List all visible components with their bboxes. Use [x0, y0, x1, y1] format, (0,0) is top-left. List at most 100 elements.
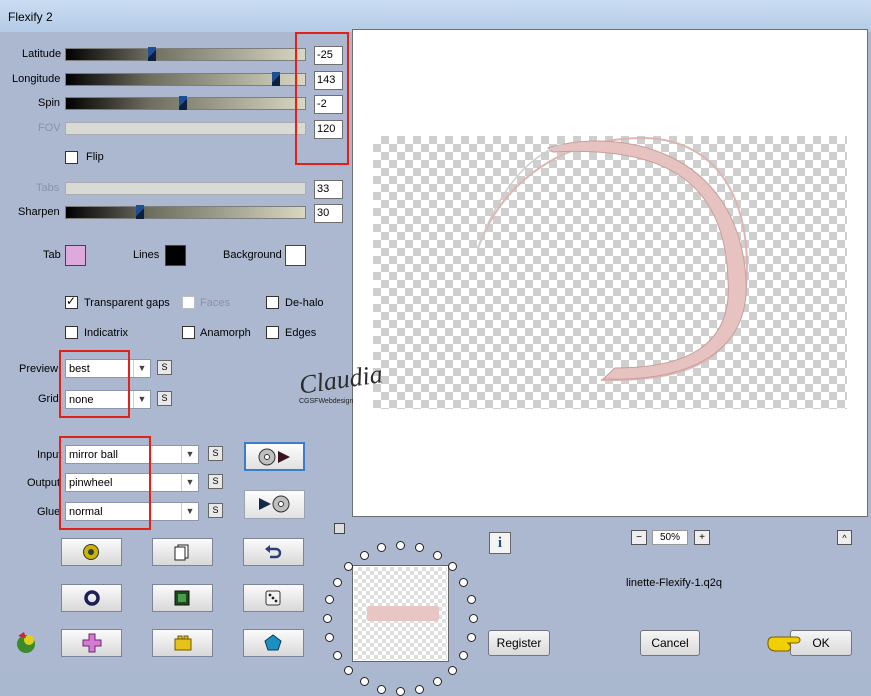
indicatrix-label: Indicatrix [84, 327, 129, 339]
tabs-slider [65, 182, 306, 195]
background-color-swatch[interactable] [285, 245, 306, 266]
play-disk-icon [259, 495, 290, 513]
preset-dot[interactable] [459, 577, 469, 587]
latitude-slider[interactable] [65, 47, 306, 61]
preview-s-button[interactable]: S [157, 360, 172, 375]
preset-dot[interactable] [469, 614, 478, 623]
annotation-box-preview [59, 350, 130, 418]
sharpen-slider[interactable] [65, 205, 306, 219]
preset-dot[interactable] [359, 677, 369, 687]
preset-dot[interactable] [323, 614, 332, 623]
grid-select-label: Grid [38, 393, 59, 405]
preset-filename: linette-Flexify-1.q2q [626, 577, 722, 589]
preset-dot[interactable] [414, 543, 424, 553]
lines-color-label: Lines [133, 249, 160, 261]
sharpen-thumb[interactable] [136, 205, 145, 219]
preset-dot[interactable] [466, 595, 476, 605]
lego-button[interactable] [152, 629, 213, 657]
preset-dot[interactable] [359, 550, 369, 560]
preset-dot[interactable] [332, 650, 342, 660]
main-preview[interactable]: Claudia CGSFWebdesign [297, 29, 868, 517]
flip-label: Flip [86, 151, 104, 163]
flip-checkbox[interactable] [65, 151, 78, 164]
preset-dot[interactable] [344, 665, 354, 675]
chevron-down-icon: ▼ [133, 391, 150, 408]
tabs-value[interactable]: 33 [314, 180, 343, 199]
edges-checkbox[interactable] [266, 326, 279, 339]
sharpen-value[interactable]: 30 [314, 204, 343, 223]
zoom-out-button[interactable]: − [631, 530, 647, 545]
chevron-down-icon: ▼ [133, 360, 150, 377]
collapse-button[interactable]: ^ [837, 530, 852, 545]
copy-button[interactable] [152, 538, 213, 566]
preset-dot[interactable] [325, 595, 335, 605]
window-title: Flexify 2 [8, 10, 53, 24]
output-s-button[interactable]: S [208, 474, 223, 489]
randomize-button[interactable] [61, 538, 122, 566]
spin-slider[interactable] [65, 96, 306, 110]
chevron-down-icon: ▼ [181, 446, 198, 463]
transparent-gaps-label: Transparent gaps [84, 297, 170, 309]
background-color-label: Background [223, 249, 282, 261]
blue-pentagon-icon [264, 634, 282, 651]
latitude-thumb[interactable] [148, 47, 157, 61]
watermark-subtitle: CGSFWebdesign [299, 398, 354, 405]
dice-icon [265, 590, 281, 606]
indicatrix-checkbox[interactable] [65, 326, 78, 339]
disk-play-icon [258, 448, 290, 466]
tab-color-swatch[interactable] [65, 245, 86, 266]
fov-slider [65, 122, 306, 135]
transparent-gaps-checkbox[interactable] [65, 294, 78, 309]
info-button[interactable]: i [489, 532, 511, 554]
lines-color-swatch[interactable] [165, 245, 186, 266]
preset-dot[interactable] [447, 665, 457, 675]
edges-label: Edges [285, 327, 317, 339]
preset-dot[interactable] [447, 562, 457, 572]
glue-s-button[interactable]: S [208, 503, 223, 518]
zoom-in-button[interactable]: + [694, 530, 710, 545]
thumbnail-preview[interactable] [352, 565, 449, 662]
undo-arrow-icon [265, 545, 282, 559]
tab-color-label: Tab [43, 249, 61, 261]
de-halo-checkbox[interactable] [266, 296, 279, 309]
tabs-label: Tabs [36, 182, 60, 194]
preset-dot[interactable] [414, 684, 424, 694]
preset-dot[interactable] [325, 632, 335, 642]
preset-dot[interactable] [466, 632, 476, 642]
glue-select-label: Glue [37, 506, 61, 518]
preset-dot[interactable] [396, 687, 405, 696]
cancel-button[interactable]: Cancel [640, 630, 700, 656]
thumbnail-anchor-handle[interactable] [334, 523, 345, 534]
anamorph-checkbox[interactable] [182, 326, 195, 339]
preset-dot[interactable] [432, 677, 442, 687]
preset-dot[interactable] [459, 650, 469, 660]
preset-dot[interactable] [332, 577, 342, 587]
preset-dot[interactable] [396, 541, 405, 550]
pentagon-button[interactable] [243, 629, 304, 657]
undo-button[interactable] [243, 538, 304, 566]
ring-button[interactable] [61, 584, 122, 612]
spin-thumb[interactable] [179, 96, 188, 110]
input-select-label: Input [37, 449, 62, 461]
preset-dot[interactable] [432, 550, 442, 560]
preset-dot[interactable] [377, 543, 387, 553]
dice-button[interactable] [243, 584, 304, 612]
fov-label: FOV [38, 122, 61, 134]
register-button[interactable]: Register [488, 630, 550, 656]
frame-button[interactable] [152, 584, 213, 612]
spin-label: Spin [38, 97, 61, 109]
disk-play-button[interactable] [244, 442, 305, 471]
flexify-logo-icon[interactable] [14, 630, 40, 656]
chevron-down-icon: ▼ [181, 503, 198, 520]
yellow-brick-icon [174, 635, 192, 651]
longitude-thumb[interactable] [272, 72, 281, 86]
sharpen-label: Sharpen [18, 206, 60, 218]
preset-dot[interactable] [377, 684, 387, 694]
longitude-slider[interactable] [65, 72, 306, 86]
cross-button[interactable] [61, 629, 122, 657]
faces-checkbox [182, 296, 195, 309]
play-disk-button[interactable] [244, 490, 305, 519]
grid-s-button[interactable]: S [157, 391, 172, 406]
chevron-down-icon: ▼ [181, 474, 198, 491]
input-s-button[interactable]: S [208, 446, 223, 461]
